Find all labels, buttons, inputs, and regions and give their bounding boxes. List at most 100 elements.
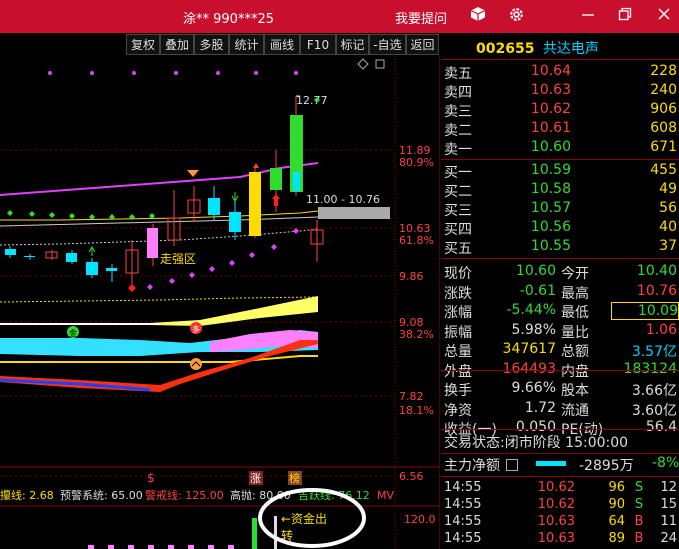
price-label-3: 9.86: [399, 270, 424, 283]
tick-side: B: [634, 514, 644, 529]
toolbar-mark-button[interactable]: 标记: [336, 34, 369, 55]
window-title: 涂** 990***25: [183, 12, 274, 27]
diamond-icon[interactable]: [357, 58, 369, 70]
ask-row[interactable]: 卖四 10.63 240: [441, 82, 679, 101]
strong-zone-label: 走强区: [160, 252, 196, 266]
svg-text:金: 金: [69, 328, 77, 338]
stat-label: 今开: [561, 266, 589, 282]
tick-row[interactable]: 14:55 10.62 96 S 12: [441, 480, 679, 497]
ask-row[interactable]: 卖三 10.62 906: [441, 101, 679, 120]
stat-value: 164493: [502, 360, 556, 377]
stat-label: 振幅: [444, 324, 472, 341]
stat-value: 183124: [623, 360, 677, 377]
net-flow-bar: [536, 461, 566, 466]
tick-volume: 64: [608, 514, 625, 529]
quote-stat-row: 涨幅 -5.44% 最低 10.09: [441, 302, 679, 322]
tick-row[interactable]: 14:55 10.63 89 B 24: [441, 531, 679, 548]
bid-row[interactable]: 买二 10.58 49: [441, 181, 679, 200]
stat-value: 10.40: [636, 263, 677, 279]
tick-price: 10.62: [537, 497, 575, 512]
pct-label-1: 80.9%: [399, 156, 434, 169]
stat-value: 1.06: [645, 321, 677, 338]
kline-chart[interactable]: 11.89 80.9% 10.63 61.8% 9.86 9.08 38.2% …: [0, 56, 440, 549]
restore-icon[interactable]: [615, 6, 635, 26]
tick-side: S: [634, 480, 644, 495]
tick-count: 12: [660, 480, 677, 495]
tick-price: 10.62: [537, 480, 575, 495]
tick-price: 10.63: [537, 531, 575, 546]
indicator-value-6: MV: [377, 489, 394, 502]
quote-stat-row: 净资 1.72 流通 3.60亿: [441, 400, 679, 420]
gear-icon[interactable]: [506, 6, 526, 26]
minimize-icon[interactable]: [578, 6, 598, 26]
indicator-value-3: 警戒线: 125.00: [145, 488, 224, 502]
tick-time: 14:55: [444, 531, 482, 546]
price-label-6: 6.56: [399, 470, 424, 483]
gap-range-label: 11.00 - 10.76: [306, 193, 380, 206]
rank-marker: 榜: [289, 471, 300, 485]
cube-icon[interactable]: [468, 6, 488, 26]
stat-value: 10.76: [636, 282, 677, 299]
quote-panel: 002655 共达电声 卖五 10.64 228 卖四 10.63 240 卖三…: [441, 34, 679, 549]
tick-side: S: [634, 497, 644, 512]
stat-value: 347617: [502, 341, 556, 357]
stat-label: 最低: [561, 305, 589, 321]
bid-row[interactable]: 买五 10.55 37: [441, 238, 679, 257]
ask-row[interactable]: 卖一 10.60 671: [441, 139, 679, 158]
tick-time: 14:55: [444, 514, 482, 529]
bid-row[interactable]: 买三 10.57 56: [441, 200, 679, 219]
net-flow-row: 主力净额 -2895万 -8%: [444, 455, 679, 474]
stat-label: 量比: [561, 324, 589, 341]
toolbar-draw-button[interactable]: 画线: [264, 34, 300, 55]
square-icon[interactable]: [375, 59, 385, 69]
stat-value: 9.66%: [511, 380, 556, 396]
tick-row[interactable]: 14:55 10.62 90 S 15: [441, 497, 679, 514]
svg-text:多: 多: [192, 324, 200, 334]
quote-stat-row: 涨跌 -0.61 最高 10.76: [441, 283, 679, 303]
ask-row[interactable]: 卖二 10.61 608: [441, 120, 679, 139]
stat-label: 总额: [561, 344, 589, 360]
quote-stat-row: 换手 9.66% 股本 3.66亿: [441, 380, 679, 400]
ask-row[interactable]: 卖五 10.64 228: [441, 63, 679, 82]
stat-value: 10.60: [515, 263, 556, 279]
net-flow-toggle-icon[interactable]: [506, 459, 519, 471]
stat-label: 流通: [561, 402, 589, 419]
stat-value: 5.98%: [511, 321, 556, 338]
toolbar-multi-stock-button[interactable]: 多股: [194, 34, 229, 55]
toolbar-stats-button[interactable]: 统计: [229, 34, 264, 55]
tick-volume: 90: [608, 497, 625, 512]
stat-label: 股本: [561, 383, 589, 399]
stat-label: 涨幅: [444, 305, 472, 321]
ask-question-button[interactable]: 我要提问: [395, 8, 447, 27]
tick-volume: 89: [608, 531, 625, 546]
stock-name: 共达电声: [542, 41, 599, 57]
indicator-value-2: 预警系统: 65.00: [60, 488, 143, 502]
toolbar-back-button[interactable]: 返回: [406, 34, 439, 55]
toolbar-watchlist-button[interactable]: -自选: [369, 34, 406, 55]
toolbar-fuquan-button[interactable]: 复权: [126, 34, 160, 55]
toolbar-overlay-button[interactable]: 叠加: [160, 34, 194, 55]
tick-count: 15: [660, 497, 677, 512]
stat-label: 总量: [444, 344, 472, 360]
stat-value: 10.09: [611, 302, 679, 320]
high-price-label: 12.77: [296, 94, 328, 107]
pct-label-2: 61.8%: [399, 234, 434, 247]
sub-axis-label: 120.0: [404, 513, 436, 526]
tick-row[interactable]: 14:55 10.63 64 B 11: [441, 514, 679, 531]
rise-marker: 涨: [250, 472, 261, 485]
tick-time: 14:55: [444, 497, 482, 512]
fund-out-label: ←资金出: [281, 511, 327, 526]
dollar-marker: $: [147, 471, 155, 485]
quote-stat-row: 现价 10.60 今开 10.40: [441, 263, 679, 283]
bid-row[interactable]: 买一 10.59 455: [441, 162, 679, 181]
pct-label-3: 38.2%: [399, 328, 434, 341]
close-icon[interactable]: [654, 6, 674, 26]
tick-side: B: [634, 531, 644, 546]
pct-label-4: 18.1%: [399, 404, 434, 417]
toolbar-f10-button[interactable]: F10: [300, 34, 336, 55]
bid-row[interactable]: 买四 10.56 40: [441, 219, 679, 238]
tick-time: 14:55: [444, 480, 482, 495]
indicator-value-1: 攥线: 2.68: [0, 488, 54, 502]
title-bar: 涂** 990***25 我要提问: [0, 0, 679, 33]
stat-label: 现价: [444, 266, 472, 282]
